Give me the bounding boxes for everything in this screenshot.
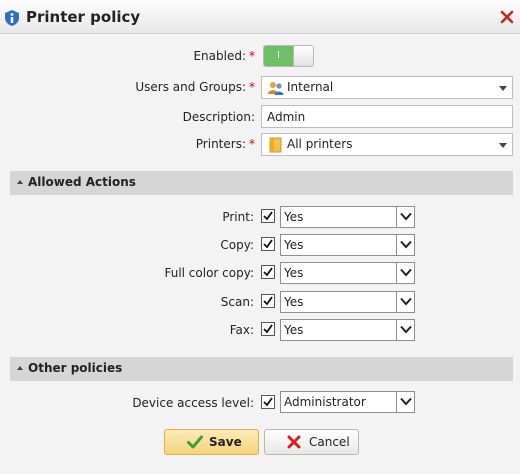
dropdown-button[interactable] <box>396 320 414 340</box>
scan-label: Scan: <box>220 295 254 309</box>
printers-combobox[interactable]: All printers <box>261 133 513 156</box>
chevron-down-icon <box>400 240 412 249</box>
chevron-down-icon <box>400 325 412 334</box>
users-groups-label: Users and Groups: * <box>135 80 255 94</box>
chevron-down-icon <box>499 86 507 91</box>
check-icon <box>263 397 273 407</box>
device-access-value: Administrator <box>284 395 366 409</box>
print-label: Print: <box>222 210 254 224</box>
save-label: Save <box>209 435 242 449</box>
chevron-down-icon <box>400 268 412 277</box>
collapse-caret-icon <box>17 366 23 370</box>
dropdown-button[interactable] <box>396 392 414 412</box>
allowed-actions-header[interactable]: Allowed Actions <box>10 171 513 195</box>
full-color-copy-select[interactable]: Yes <box>280 262 415 284</box>
scan-select[interactable]: Yes <box>280 291 415 313</box>
checkmark-icon <box>187 435 203 449</box>
dropdown-button[interactable] <box>396 263 414 283</box>
section-title: Other policies <box>28 361 123 375</box>
print-checkbox[interactable] <box>261 209 275 223</box>
enabled-toggle[interactable]: I <box>263 45 314 67</box>
dropdown-button[interactable] <box>396 292 414 312</box>
copy-value: Yes <box>284 238 304 252</box>
toggle-on-state: I <box>264 46 293 66</box>
full-color-copy-value: Yes <box>284 266 304 280</box>
description-input[interactable] <box>261 105 513 128</box>
section-title: Allowed Actions <box>28 175 136 189</box>
copy-checkbox[interactable] <box>261 237 275 251</box>
toggle-knob <box>293 46 313 66</box>
device-access-checkbox[interactable] <box>261 395 275 409</box>
dropdown-button[interactable] <box>396 207 414 227</box>
scan-checkbox[interactable] <box>261 294 275 308</box>
enabled-label: Enabled: * <box>193 49 255 63</box>
users-groups-value: Internal <box>287 80 334 94</box>
copy-select[interactable]: Yes <box>280 234 415 256</box>
check-icon <box>263 324 273 334</box>
device-access-select[interactable]: Administrator <box>280 391 415 413</box>
cancel-label: Cancel <box>309 435 350 449</box>
description-label: Description: <box>182 110 255 124</box>
close-icon[interactable] <box>499 9 515 25</box>
chevron-down-icon <box>400 397 412 406</box>
check-icon <box>263 211 273 221</box>
fax-checkbox[interactable] <box>261 322 275 336</box>
cancel-button[interactable]: Cancel <box>264 429 359 455</box>
check-icon <box>263 267 273 277</box>
scan-value: Yes <box>284 295 304 309</box>
save-button[interactable]: Save <box>164 429 259 455</box>
chevron-down-icon <box>499 143 507 148</box>
device-access-label: Device access level: <box>132 396 254 410</box>
folder-icon <box>269 137 282 153</box>
chevron-down-icon <box>400 297 412 306</box>
print-select[interactable]: Yes <box>280 206 415 228</box>
printers-label: Printers: * <box>195 137 255 151</box>
check-icon <box>263 296 273 306</box>
dropdown-button[interactable] <box>396 235 414 255</box>
users-groups-combobox[interactable]: Internal <box>261 76 513 99</box>
fax-select[interactable]: Yes <box>280 319 415 341</box>
cancel-x-icon <box>287 435 301 449</box>
full-color-copy-checkbox[interactable] <box>261 265 275 279</box>
other-policies-header[interactable]: Other policies <box>10 357 513 381</box>
info-shield-icon <box>5 10 19 26</box>
dialog-title: Printer policy <box>26 8 141 26</box>
fax-label: Fax: <box>229 323 254 337</box>
print-value: Yes <box>284 210 304 224</box>
printers-value: All printers <box>287 137 353 151</box>
check-icon <box>263 239 273 249</box>
full-color-copy-label: Full color copy: <box>164 266 254 280</box>
copy-label: Copy: <box>220 238 254 252</box>
users-group-icon <box>268 82 284 95</box>
chevron-down-icon <box>400 212 412 221</box>
dialog-titlebar: Printer policy <box>0 0 520 34</box>
fax-value: Yes <box>284 323 304 337</box>
collapse-caret-icon <box>17 180 23 184</box>
